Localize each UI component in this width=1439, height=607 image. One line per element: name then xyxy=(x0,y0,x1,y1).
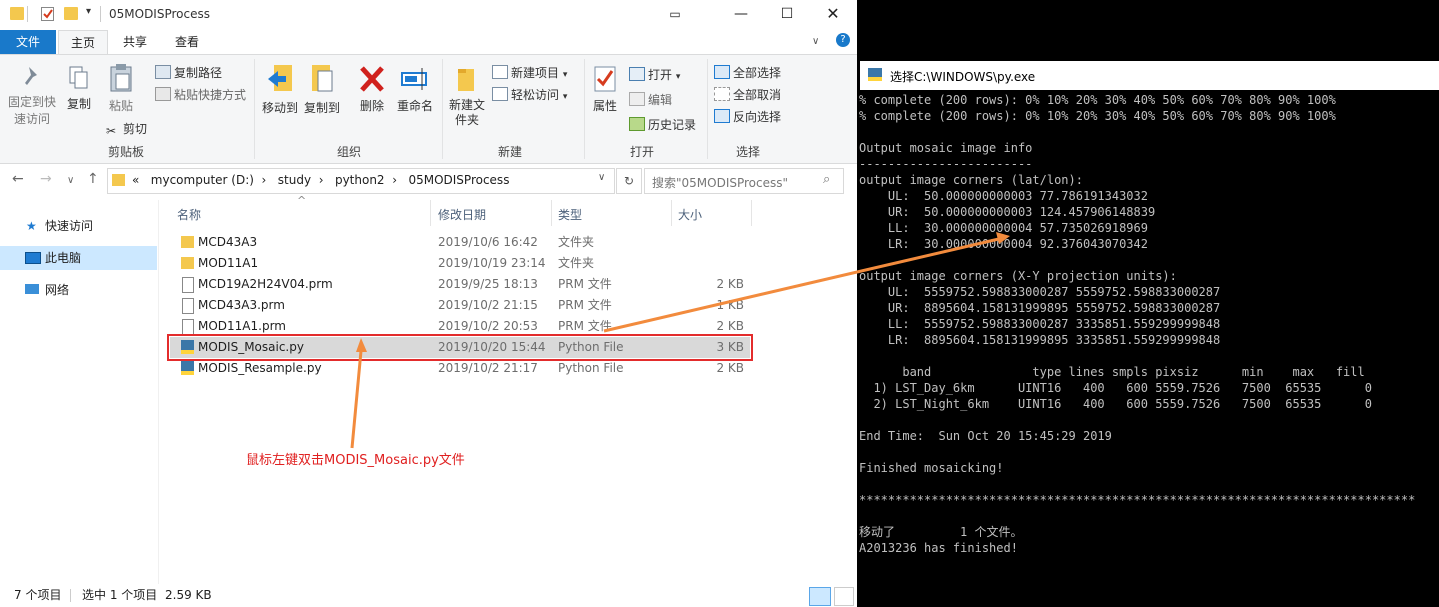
annotation-arrows xyxy=(350,232,1010,449)
arrow-to-console xyxy=(603,236,1004,333)
arrow-head xyxy=(356,338,367,352)
arrow-to-file xyxy=(350,350,363,449)
arrow-head xyxy=(996,232,1010,244)
